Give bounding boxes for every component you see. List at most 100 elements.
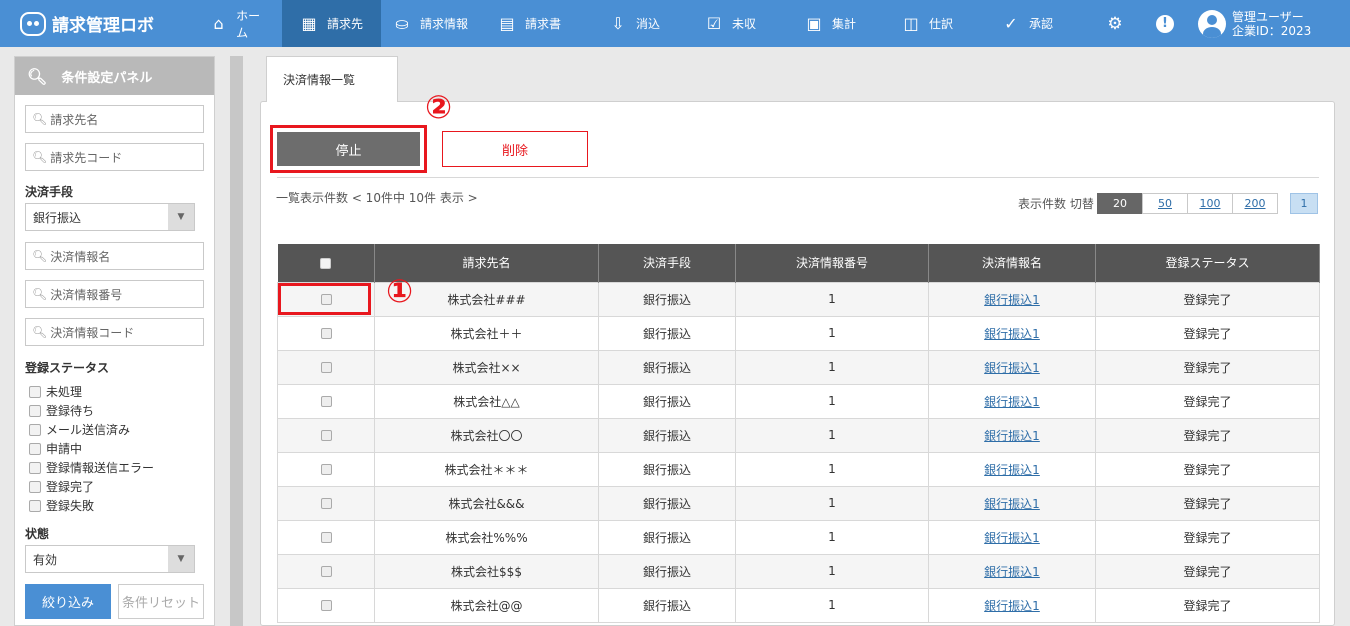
payment-info-code-input[interactable]: 🔍︎ 決済情報コード [25, 318, 204, 346]
per-page-label: 表示件数 切替 [1018, 197, 1094, 211]
payment-info-link[interactable]: 銀行振込1 [984, 531, 1040, 545]
settings-button[interactable]: ⚙ [1090, 0, 1140, 47]
payment-method-cell: 銀行振込 [598, 553, 736, 589]
per-page-option[interactable]: 20 [1097, 193, 1143, 214]
condition-panel: 🔍︎ 条件設定パネル 🔍︎ 請求先名 🔍︎ 請求先コード 決済手段 銀行振込 ▼… [14, 56, 215, 626]
row-checkbox[interactable] [320, 362, 332, 373]
checkbox-icon [29, 385, 41, 398]
payment-info-link[interactable]: 銀行振込1 [984, 429, 1040, 443]
row-checkbox[interactable] [320, 396, 332, 407]
status-checkbox[interactable]: 登録失敗 [29, 497, 94, 514]
payment-info-number-input[interactable]: 🔍︎ 決済情報番号 [25, 280, 204, 308]
table-row: 株式会社$$$ 銀行振込 1 銀行振込1 登録完了 [277, 553, 1320, 589]
nav-item-billing-info[interactable]: ⛀ 請求情報 [381, 0, 486, 47]
payment-method-cell: 銀行振込 [598, 281, 736, 317]
payment-method-cell: 銀行振込 [598, 417, 736, 453]
delete-button[interactable]: 削除 [442, 131, 588, 167]
alert-button[interactable]: ! [1140, 0, 1190, 47]
status-checkbox[interactable]: 登録待ち [29, 402, 94, 419]
row-select-cell [277, 485, 375, 521]
column-header[interactable]: 決済情報番号 [735, 244, 929, 282]
nav-item-reconcile[interactable]: ⇩ 消込 [593, 0, 693, 47]
table-row: 株式会社＋＋ 銀行振込 1 銀行振込1 登録完了 [277, 315, 1320, 351]
row-checkbox[interactable] [320, 294, 332, 305]
payment-method-cell: 銀行振込 [598, 451, 736, 487]
billing-name-cell: 株式会社@@ [374, 587, 599, 623]
annotation-2: ② [425, 88, 453, 126]
page-number-button[interactable]: 1 [1290, 193, 1318, 214]
row-checkbox[interactable] [320, 430, 332, 441]
status-cell: 登録完了 [1095, 383, 1320, 419]
row-checkbox[interactable] [320, 532, 332, 543]
column-header[interactable]: 決済手段 [598, 244, 736, 282]
payment-info-link[interactable]: 銀行振込1 [984, 293, 1040, 307]
status-cell: 登録完了 [1095, 553, 1320, 589]
payment-info-link[interactable]: 銀行振込1 [984, 497, 1040, 511]
stop-button[interactable]: 停止 [277, 132, 420, 166]
payment-info-link[interactable]: 銀行振込1 [984, 463, 1040, 477]
payment-info-link[interactable]: 銀行振込1 [984, 565, 1040, 579]
nav-item-billing[interactable]: ▦ 請求先 [282, 0, 381, 47]
row-checkbox[interactable] [320, 566, 332, 577]
column-header[interactable]: 登録ステータス [1095, 244, 1320, 282]
billing-name-cell: 株式会社＋＋ [374, 315, 599, 351]
app-logo[interactable]: 請求管理ロボ [0, 0, 198, 47]
payment-method-cell: 銀行振込 [598, 485, 736, 521]
tab-payment-info-list[interactable]: 決済情報一覧 [266, 56, 398, 102]
payment-info-link[interactable]: 銀行振込1 [984, 361, 1040, 375]
table-row: 株式会社×× 銀行振込 1 銀行振込1 登録完了 [277, 349, 1320, 385]
check-circle-icon: ✓ [1004, 14, 1018, 33]
payment-info-link[interactable]: 銀行振込1 [984, 599, 1040, 613]
columns-icon: ◫ [903, 14, 919, 33]
row-checkbox[interactable] [320, 328, 332, 339]
payment-info-link[interactable]: 銀行振込1 [984, 395, 1040, 409]
payment-info-name-cell: 銀行振込1 [928, 519, 1096, 555]
row-select-cell [277, 451, 375, 487]
filter-button[interactable]: 絞り込み [25, 584, 111, 619]
status-checkbox[interactable]: 登録情報送信エラー [29, 459, 154, 476]
payment-info-name-input[interactable]: 🔍︎ 決済情報名 [25, 242, 204, 270]
row-checkbox[interactable] [320, 600, 332, 611]
payment-method-select[interactable]: 銀行振込 ▼ [25, 203, 195, 231]
chevron-down-icon: ▼ [168, 546, 194, 572]
nav-item-unpaid[interactable]: ☑ 未収 [693, 0, 793, 47]
payment-info-name-cell: 銀行振込1 [928, 417, 1096, 453]
payment-method-cell: 銀行振込 [598, 519, 736, 555]
per-page-option[interactable]: 200 [1232, 193, 1278, 214]
payment-info-number-cell: 1 [735, 553, 929, 589]
nav-item-journal[interactable]: ◫ 仕訳 [890, 0, 990, 47]
nav-item-home[interactable]: ⌂ ホーム [198, 0, 282, 47]
drive-icon: ⛀ [395, 14, 409, 33]
column-header[interactable]: 決済情報名 [928, 244, 1096, 282]
nav-item-summary[interactable]: ▣ 集計 [793, 0, 890, 47]
sidebar-scrollbar[interactable] [230, 56, 243, 626]
row-checkbox[interactable] [320, 498, 332, 509]
billing-name-cell: 株式会社〇〇 [374, 417, 599, 453]
nav-item-invoice[interactable]: ▤ 請求書 [486, 0, 593, 47]
nav-item-approval[interactable]: ✓ 承認 [990, 0, 1090, 47]
status-checkbox[interactable]: 登録完了 [29, 478, 94, 495]
select-all-checkbox[interactable] [320, 257, 332, 269]
row-select-cell [277, 349, 375, 385]
billing-code-input[interactable]: 🔍︎ 請求先コード [25, 143, 204, 171]
row-select-cell [277, 519, 375, 555]
payment-info-link[interactable]: 銀行振込1 [984, 327, 1040, 341]
payment-info-name-cell: 銀行振込1 [928, 383, 1096, 419]
reset-button[interactable]: 条件リセット [118, 584, 204, 619]
payment-info-number-cell: 1 [735, 485, 929, 521]
user-menu[interactable]: 管理ユーザー 企業ID：2023 [1198, 0, 1311, 47]
payment-info-name-cell: 銀行振込1 [928, 349, 1096, 385]
gear-icon: ⚙ [1107, 13, 1123, 34]
row-checkbox[interactable] [320, 464, 332, 475]
status-checkbox[interactable]: メール送信済み [29, 421, 130, 438]
billing-name-input[interactable]: 🔍︎ 請求先名 [25, 105, 204, 133]
row-select-cell [277, 587, 375, 623]
status-checkbox[interactable]: 申請中 [29, 440, 82, 457]
per-page-option[interactable]: 100 [1187, 193, 1233, 214]
status-checkbox[interactable]: 未処理 [29, 383, 82, 400]
search-icon: 🔍︎ [32, 112, 48, 126]
status-cell: 登録完了 [1095, 587, 1320, 623]
state-select[interactable]: 有効 ▼ [25, 545, 195, 573]
per-page-option[interactable]: 50 [1142, 193, 1188, 214]
payment-info-number-cell: 1 [735, 315, 929, 351]
